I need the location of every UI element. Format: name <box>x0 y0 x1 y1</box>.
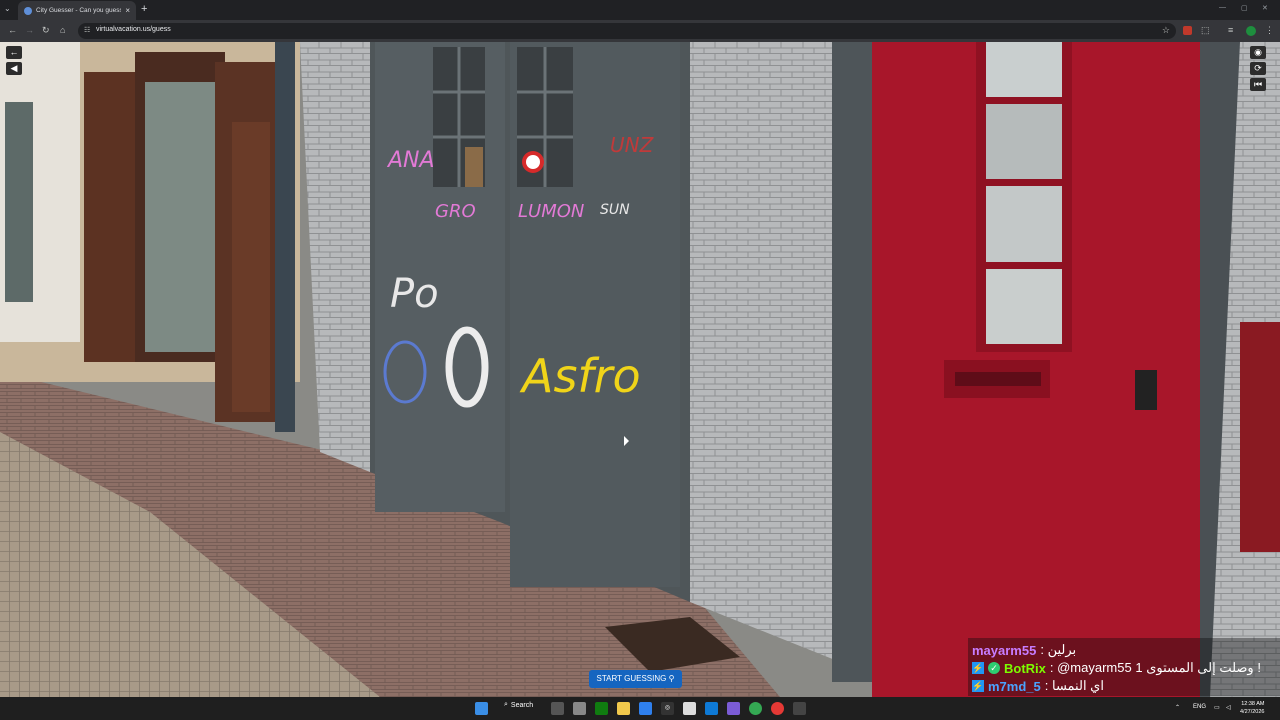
menu-icon[interactable]: ⋮ <box>1265 25 1274 36</box>
tab-city-guesser[interactable]: City Guesser - Can you guess w × <box>18 1 136 20</box>
obs-icon[interactable]: ◎ <box>661 702 674 715</box>
chat-message: ⚡ m7md_5 : اي النمسا <box>968 676 1280 696</box>
search-label: Search <box>510 701 534 709</box>
back-to-start-icon[interactable]: ← <box>6 46 22 59</box>
svg-text:GRO: GRO <box>435 201 476 222</box>
undo-icon[interactable]: ⏮ <box>1250 78 1266 91</box>
chrome-active-icon[interactable] <box>771 702 784 715</box>
search-icon: ⌕ <box>504 701 508 708</box>
tab-close-icon[interactable]: × <box>125 6 130 15</box>
svg-text:SUN: SUN <box>600 202 630 218</box>
tab-title: City Guesser - Can you guess w <box>36 7 122 14</box>
chat-username: BotRix <box>1004 660 1046 676</box>
sound-icon[interactable]: ◀ <box>6 62 22 75</box>
volume-icon[interactable]: ◁ <box>1226 704 1231 711</box>
extension-icon[interactable] <box>1183 26 1192 35</box>
chat-badge-icon: ⚡ <box>972 680 984 692</box>
taskbar-search[interactable]: ⌕ Search <box>504 701 533 709</box>
vscode-icon[interactable] <box>705 702 718 715</box>
minimize-icon[interactable]: — <box>1219 4 1226 11</box>
chat-text: : برلين <box>1040 642 1077 657</box>
clock-time: 12:38 AM <box>1241 701 1265 707</box>
svg-text:Po: Po <box>390 271 439 317</box>
browser-toolbar: ← → ↻ ⌂ ☷ virtualvacation.us/guess ☆ ⬚ ≡… <box>0 20 1280 42</box>
star-icon[interactable]: ☆ <box>1162 25 1170 36</box>
tab-list-icon[interactable]: ⌄ <box>4 4 11 13</box>
clock-date: 4/27/2026 <box>1240 709 1265 715</box>
back-icon[interactable]: ← <box>8 25 17 36</box>
reset-icon[interactable]: ⟳ <box>1250 62 1266 75</box>
task-view-icon[interactable] <box>551 702 564 715</box>
chrome-icon[interactable] <box>749 702 762 715</box>
address-bar[interactable]: ☷ virtualvacation.us/guess ☆ <box>78 23 1176 39</box>
start-guessing-label: START GUESSING <box>596 674 667 683</box>
tab-strip: ⌄ City Guesser - Can you guess w × + — ▢… <box>0 0 1280 20</box>
file-explorer-icon[interactable] <box>617 702 630 715</box>
terminal-icon[interactable] <box>793 702 806 715</box>
home-icon[interactable]: ⌂ <box>60 25 65 36</box>
chat-overlay: mayarm55 : برلين ⚡ ✓ BotRix : @mayarm55 … <box>968 638 1280 696</box>
forward-icon[interactable]: → <box>25 25 34 36</box>
svg-text:LUMON: LUMON <box>518 201 584 222</box>
extensions-puzzle-icon[interactable]: ⬚ <box>1201 25 1210 36</box>
xbox-icon[interactable] <box>595 702 608 715</box>
verified-icon: ✓ <box>988 662 1000 674</box>
discord-icon[interactable] <box>727 702 740 715</box>
svg-text:UNZ: UNZ <box>610 133 655 157</box>
chat-message: mayarm55 : برلين <box>968 640 1280 660</box>
app-icon[interactable] <box>573 702 586 715</box>
start-guessing-button[interactable]: START GUESSING ⚲ <box>589 670 682 688</box>
notepad-icon[interactable] <box>683 702 696 715</box>
chat-text: : اي النمسا <box>1044 678 1104 693</box>
street-view-image: ANA GRO LUMON Po Asfro UNZ SUN <box>0 42 1280 697</box>
wifi-icon[interactable]: ▭ <box>1214 704 1220 711</box>
compass-icon[interactable]: ◉ <box>1250 46 1266 59</box>
svg-text:Asfro: Asfro <box>519 349 641 403</box>
windows-start-icon[interactable] <box>475 702 488 715</box>
svg-text:ANA: ANA <box>386 148 435 173</box>
street-view-panorama[interactable]: ANA GRO LUMON Po Asfro UNZ SUN ← ◀ ◉ ⟳ ⏮ <box>0 42 1280 697</box>
window-close-icon[interactable]: ✕ <box>1262 4 1268 12</box>
map-pin-icon: ⚲ <box>668 674 675 683</box>
taskbar-clock[interactable]: 12:38 AM 4/27/2026 <box>1240 700 1264 716</box>
windows-taskbar: ⌕ Search ◎ ⌃ ENG ▭ ◁ 12:38 AM 4/27/2026 <box>0 697 1280 720</box>
mouse-cursor-icon <box>624 436 629 446</box>
profile-avatar[interactable] <box>1246 26 1256 36</box>
language-indicator[interactable]: ENG <box>1193 704 1206 710</box>
edge-icon[interactable] <box>639 702 652 715</box>
new-tab-button[interactable]: + <box>141 3 147 15</box>
maximize-icon[interactable]: ▢ <box>1241 4 1248 12</box>
chat-badge-icon: ⚡ <box>972 662 984 674</box>
chat-message: ⚡ ✓ BotRix : @mayarm55 وصلت إلى المستوى … <box>968 658 1280 678</box>
chat-text: : @mayarm55 وصلت إلى المستوى 1 ! <box>1049 660 1261 675</box>
media-icon[interactable]: ≡ <box>1228 25 1233 36</box>
tab-favicon-icon <box>24 6 32 15</box>
chat-username: m7md_5 <box>988 678 1041 694</box>
reload-icon[interactable]: ↻ <box>42 25 50 36</box>
tray-chevron-icon[interactable]: ⌃ <box>1175 704 1180 711</box>
url-text: virtualvacation.us/guess <box>96 26 171 33</box>
site-info-icon[interactable]: ☷ <box>84 26 90 34</box>
chat-username: mayarm55 <box>972 642 1037 658</box>
